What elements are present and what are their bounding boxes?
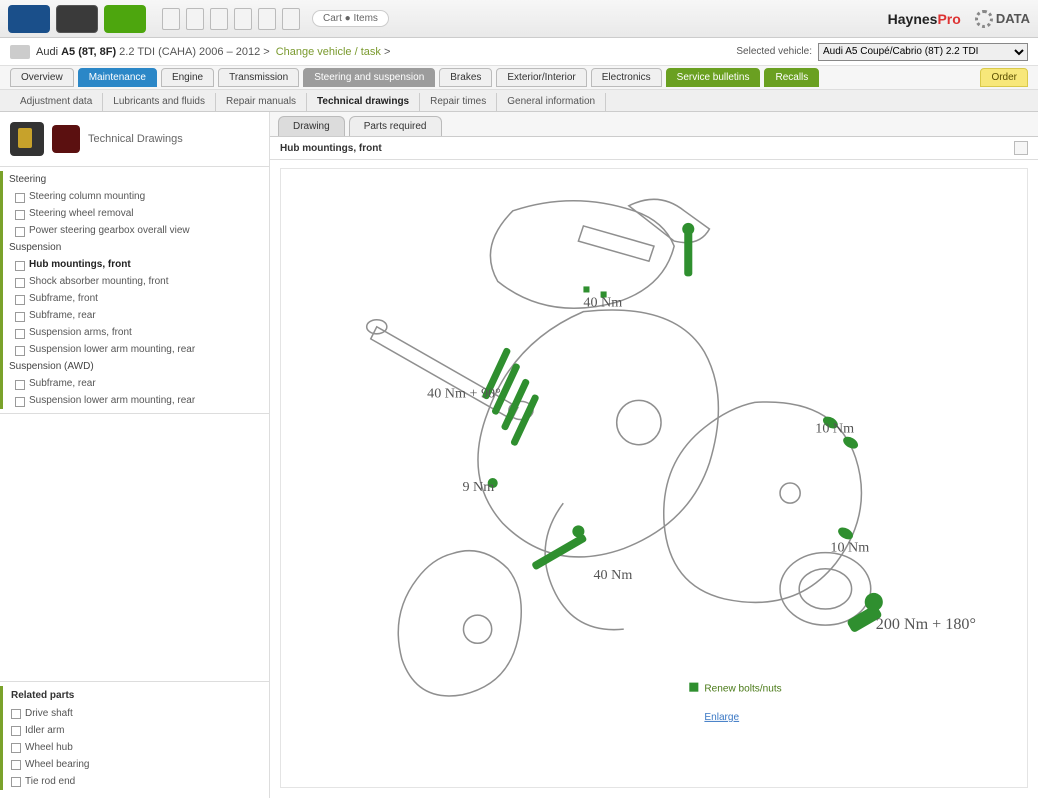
left-panel: Technical Drawings Steering Steering col… xyxy=(0,112,270,798)
brand-haynes-pro: Pro xyxy=(937,11,960,27)
tab-recalls[interactable]: Recalls xyxy=(764,68,819,87)
tree-item[interactable]: Power steering gearbox overall view xyxy=(0,222,269,239)
torque-label-b: 40 Nm + 90° xyxy=(427,385,501,401)
tree-item[interactable]: Suspension lower arm mounting, rear xyxy=(0,341,269,358)
subtab-general-info[interactable]: General information xyxy=(497,93,606,111)
breadcrumb-model: A5 (8T, 8F) xyxy=(61,46,116,58)
tab-service-bulletins[interactable]: Service bulletins xyxy=(666,68,761,87)
car-icon xyxy=(10,45,30,59)
drawing-category-icon xyxy=(10,122,44,156)
doc-title: Hub mountings, front xyxy=(280,143,382,154)
enlarge-link[interactable]: Enlarge xyxy=(704,712,739,723)
drawing-canvas[interactable]: 40 Nm 40 Nm + 90° 9 Nm 10 Nm 40 Nm 10 Nm… xyxy=(280,168,1028,788)
tree-item[interactable]: Suspension arms, front xyxy=(0,324,269,341)
related-item[interactable]: Wheel bearing xyxy=(0,756,269,773)
main-tabs: Overview Maintenance Engine Transmission… xyxy=(0,66,1038,90)
breadcrumb-sep: > xyxy=(263,46,269,58)
torque-label-a: 40 Nm xyxy=(583,295,622,311)
drawing-tree: Steering Steering column mounting Steeri… xyxy=(0,166,269,414)
brand-data: DATA xyxy=(975,10,1030,28)
subtab-repair-times[interactable]: Repair times xyxy=(420,93,497,111)
drawing-subicon xyxy=(52,125,80,153)
subtab-repair-manuals[interactable]: Repair manuals xyxy=(216,93,307,111)
expand-icon[interactable] xyxy=(1014,141,1028,155)
user-chip[interactable]: Cart ● Items xyxy=(312,10,389,27)
app-icon-dark[interactable] xyxy=(56,5,98,33)
breadcrumb-arrow: > xyxy=(384,46,390,58)
tool-icon-2[interactable] xyxy=(186,8,204,30)
torque-label-c: 9 Nm xyxy=(462,479,494,495)
torque-label-e: 40 Nm xyxy=(594,567,633,583)
breadcrumb: Audi A5 (8T, 8F) 2.2 TDI (CAHA) 2006 – 2… xyxy=(0,38,1038,66)
tool-icon-5[interactable] xyxy=(258,8,276,30)
doc-tabs: Drawing Parts required xyxy=(270,112,1038,137)
tab-electronics[interactable]: Electronics xyxy=(591,68,662,87)
tab-exterior-interior[interactable]: Exterior/Interior xyxy=(496,68,586,87)
body: Technical Drawings Steering Steering col… xyxy=(0,112,1038,798)
main-panel: Drawing Parts required Hub mountings, fr… xyxy=(270,112,1038,798)
technical-drawing-svg: 40 Nm 40 Nm + 90° 9 Nm 10 Nm 40 Nm 10 Nm… xyxy=(281,169,1027,787)
brand-data-text: DATA xyxy=(996,11,1030,26)
tool-icon-4[interactable] xyxy=(234,8,252,30)
tree-item[interactable]: Subframe, rear xyxy=(0,307,269,324)
tab-maintenance[interactable]: Maintenance xyxy=(78,68,157,87)
tree-group-suspension[interactable]: Suspension xyxy=(0,239,269,256)
change-vehicle-link[interactable]: Change vehicle / task xyxy=(276,46,381,58)
selected-vehicle-label: Selected vehicle: xyxy=(736,46,812,57)
tool-icons xyxy=(162,8,300,30)
subtab-adjustment-data[interactable]: Adjustment data xyxy=(10,93,103,111)
subtab-lubricants[interactable]: Lubricants and fluids xyxy=(103,93,216,111)
brand-haynes: HaynesPro xyxy=(888,11,961,27)
tree-group-suspension-awd[interactable]: Suspension (AWD) xyxy=(0,358,269,375)
tab-brakes[interactable]: Brakes xyxy=(439,68,492,87)
tree-item[interactable]: Subframe, front xyxy=(0,290,269,307)
section-title: Technical Drawings xyxy=(88,133,183,145)
related-item[interactable]: Tie rod end xyxy=(0,773,269,790)
tab-overview[interactable]: Overview xyxy=(10,68,74,87)
related-item[interactable]: Drive shaft xyxy=(0,705,269,722)
tree-item-active[interactable]: Hub mountings, front xyxy=(0,256,269,273)
doc-title-row: Hub mountings, front xyxy=(270,137,1038,160)
related-parts: Related parts Drive shaft Idler arm Whee… xyxy=(0,681,269,798)
subtab-technical-drawings[interactable]: Technical drawings xyxy=(307,93,420,111)
tree-item[interactable]: Steering column mounting xyxy=(0,188,269,205)
doc-tab-parts[interactable]: Parts required xyxy=(349,116,442,136)
app-icon-blue[interactable] xyxy=(8,5,50,33)
tree-item[interactable]: Shock absorber mounting, front xyxy=(0,273,269,290)
tree-item[interactable]: Subframe, rear xyxy=(0,375,269,392)
tool-icon-3[interactable] xyxy=(210,8,228,30)
selected-vehicle-select[interactable]: Audi A5 Coupé/Cabrio (8T) 2.2 TDI xyxy=(818,43,1028,61)
tab-engine[interactable]: Engine xyxy=(161,68,214,87)
doc-tab-drawing[interactable]: Drawing xyxy=(278,116,345,136)
tree-item[interactable]: Steering wheel removal xyxy=(0,205,269,222)
related-item[interactable]: Wheel hub xyxy=(0,739,269,756)
tab-transmission[interactable]: Transmission xyxy=(218,68,299,87)
tab-order[interactable]: Order xyxy=(980,68,1028,87)
gear-icon xyxy=(975,10,993,28)
torque-label-d: 10 Nm xyxy=(815,421,854,437)
brand-area: HaynesPro DATA xyxy=(888,10,1030,28)
app-icon-green[interactable] xyxy=(104,5,146,33)
section-head: Technical Drawings xyxy=(0,112,269,166)
tree-item[interactable]: Suspension lower arm mounting, rear xyxy=(0,392,269,409)
tool-icon-6[interactable] xyxy=(282,8,300,30)
tree-group-steering[interactable]: Steering xyxy=(0,171,269,188)
brand-haynes-text: Haynes xyxy=(888,11,938,27)
related-item[interactable]: Idler arm xyxy=(0,722,269,739)
tool-icon-1[interactable] xyxy=(162,8,180,30)
breadcrumb-make: Audi xyxy=(36,46,58,58)
legend-text: Renew bolts/nuts xyxy=(704,684,781,695)
sub-tabs: Adjustment data Lubricants and fluids Re… xyxy=(0,90,1038,112)
tab-steering-suspension[interactable]: Steering and suspension xyxy=(303,68,435,87)
torque-label-g: 200 Nm + 180° xyxy=(876,616,976,633)
breadcrumb-variant: 2.2 TDI (CAHA) 2006 – 2012 xyxy=(119,46,260,58)
torque-label-f: 10 Nm xyxy=(830,540,869,556)
related-heading: Related parts xyxy=(0,686,269,705)
top-toolbar: Cart ● Items HaynesPro DATA xyxy=(0,0,1038,38)
